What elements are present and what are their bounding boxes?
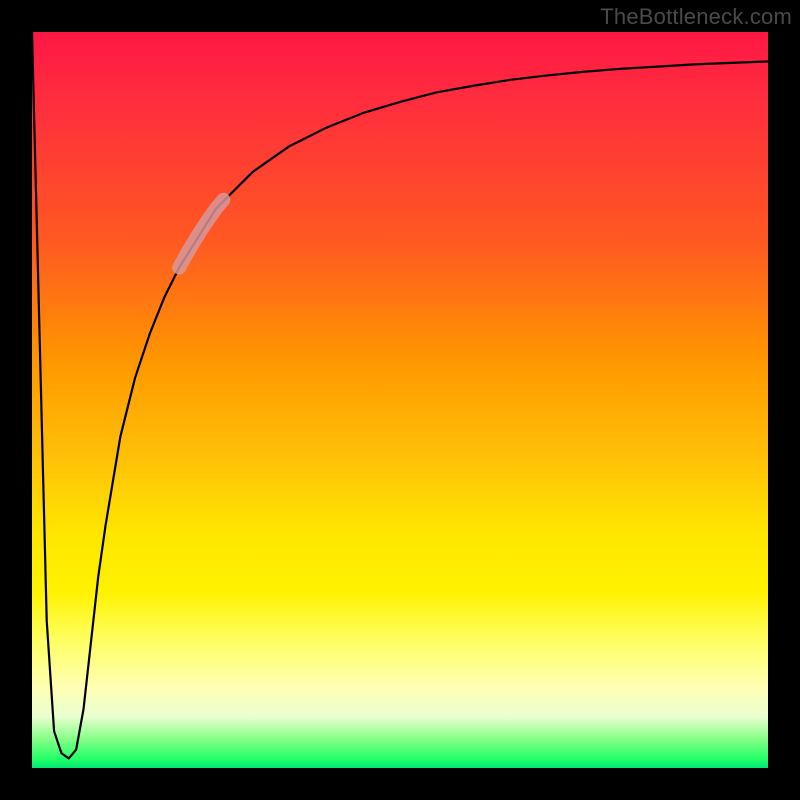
curve-layer	[32, 32, 768, 768]
highlight-segment	[179, 200, 223, 268]
watermark-text: TheBottleneck.com	[600, 4, 792, 30]
chart-frame: TheBottleneck.com	[0, 0, 800, 800]
bottleneck-curve	[32, 32, 768, 758]
plot-area	[32, 32, 768, 768]
